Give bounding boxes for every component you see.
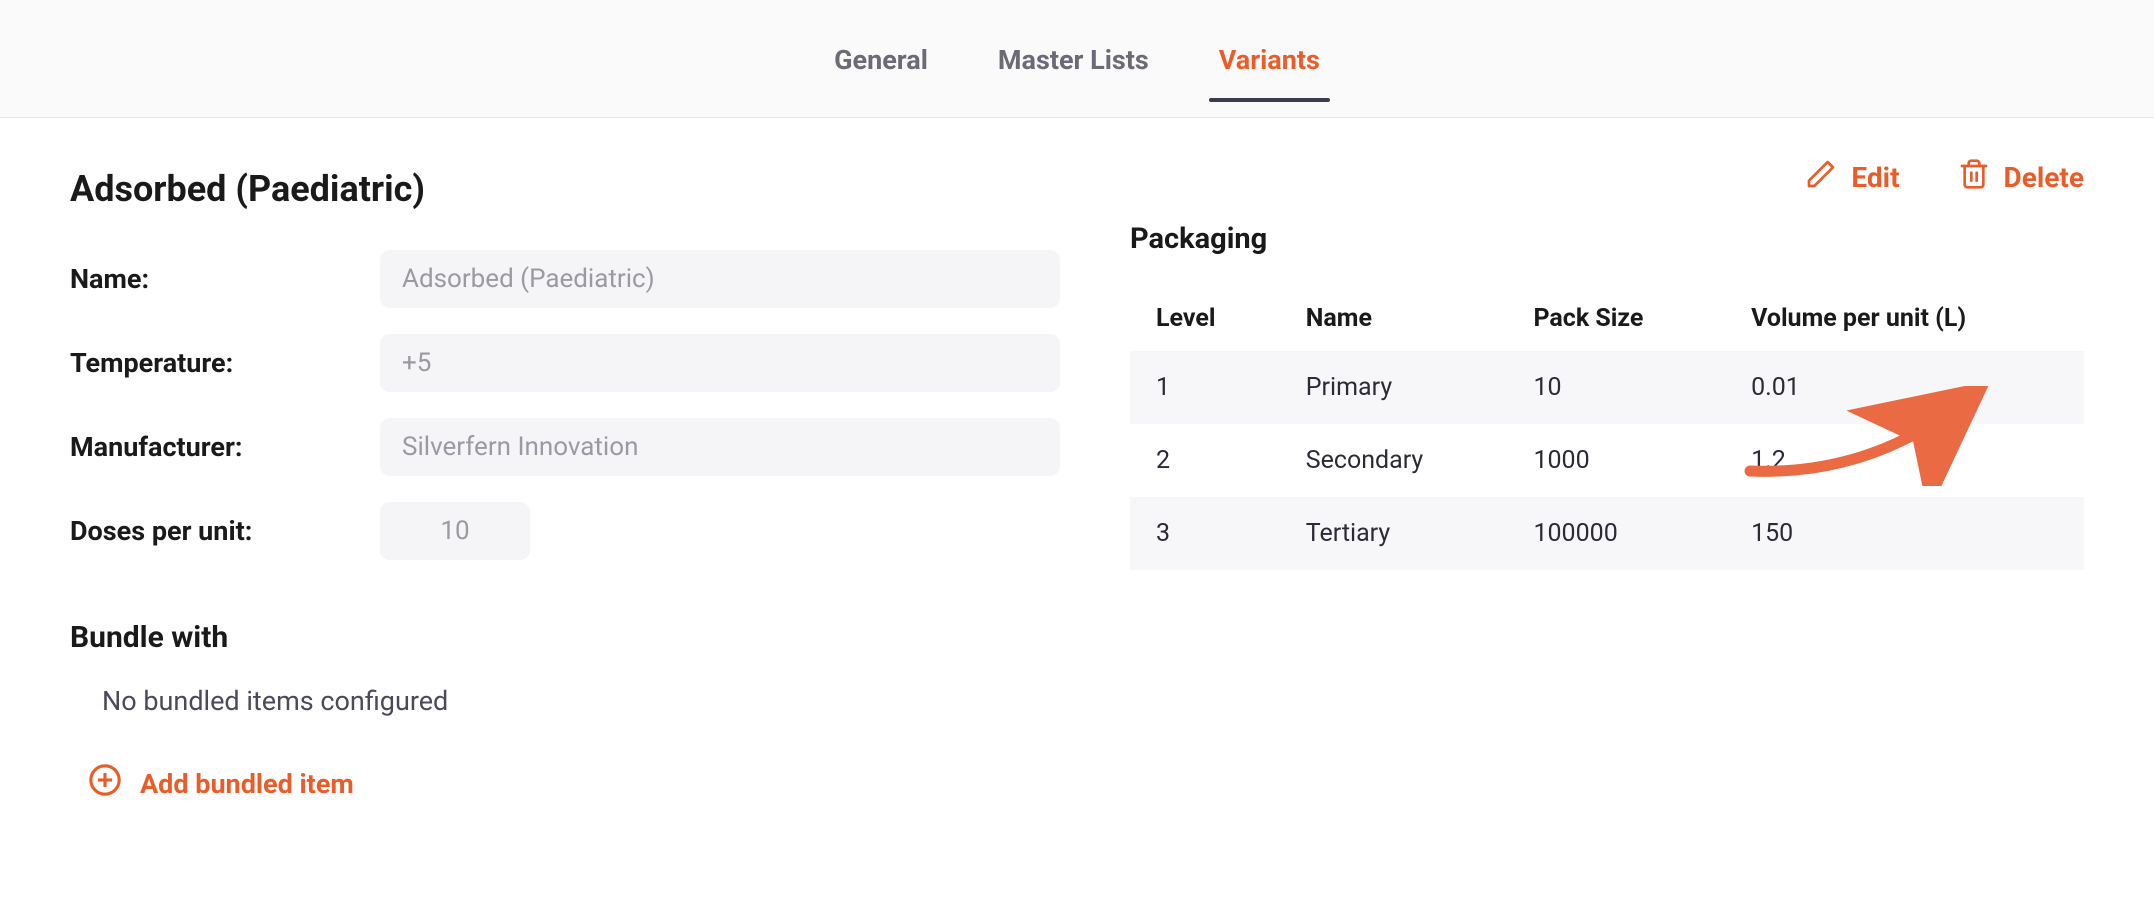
left-column: Adsorbed (Paediatric) Name: Temperature:… (70, 168, 1090, 804)
label-doses: Doses per unit: (70, 515, 380, 547)
pencil-icon (1805, 158, 1837, 197)
trash-icon (1958, 158, 1990, 197)
col-pack-size: Pack Size (1507, 286, 1725, 351)
actions: Edit Delete (1805, 158, 2084, 197)
input-manufacturer[interactable] (380, 418, 1060, 476)
cell-pack-size: 100000 (1507, 497, 1725, 570)
tab-variants[interactable]: Variants (1219, 44, 1320, 102)
edit-button[interactable]: Edit (1805, 158, 1899, 197)
row-temperature: Temperature: (70, 334, 1090, 392)
packaging-table: Level Name Pack Size Volume per unit (L)… (1130, 286, 2084, 570)
label-name: Name: (70, 263, 380, 295)
page-title: Adsorbed (Paediatric) (70, 168, 1090, 210)
content: Adsorbed (Paediatric) Name: Temperature:… (0, 118, 2154, 844)
label-temperature: Temperature: (70, 347, 380, 379)
cell-level: 3 (1130, 497, 1280, 570)
table-header-row: Level Name Pack Size Volume per unit (L) (1130, 286, 2084, 351)
edit-label: Edit (1851, 161, 1899, 194)
plus-circle-icon (88, 763, 122, 804)
table-row[interactable]: 1 Primary 10 0.01 (1130, 351, 2084, 424)
cell-name: Tertiary (1280, 497, 1508, 570)
cell-volume: 0.01 (1725, 351, 2084, 424)
cell-volume: 1.2 (1725, 424, 2084, 497)
input-name[interactable] (380, 250, 1060, 308)
col-volume: Volume per unit (L) (1725, 286, 2084, 351)
tabs-header: General Master Lists Variants (0, 0, 2154, 118)
right-column: Edit Delete Packaging Le (1130, 168, 2084, 804)
packaging-heading: Packaging (1130, 222, 2084, 256)
tab-general[interactable]: General (834, 44, 928, 102)
bundle-empty-text: No bundled items configured (102, 685, 1090, 717)
delete-label: Delete (2004, 161, 2084, 194)
cell-name: Primary (1280, 351, 1508, 424)
delete-button[interactable]: Delete (1958, 158, 2084, 197)
cell-pack-size: 1000 (1507, 424, 1725, 497)
cell-level: 2 (1130, 424, 1280, 497)
row-doses: Doses per unit: (70, 502, 1090, 560)
row-manufacturer: Manufacturer: (70, 418, 1090, 476)
cell-volume: 150 (1725, 497, 2084, 570)
input-doses[interactable] (380, 502, 530, 560)
table-row[interactable]: 2 Secondary 1000 1.2 (1130, 424, 2084, 497)
table-row[interactable]: 3 Tertiary 100000 150 (1130, 497, 2084, 570)
cell-level: 1 (1130, 351, 1280, 424)
col-name: Name (1280, 286, 1508, 351)
bundle-heading: Bundle with (70, 620, 1090, 655)
cell-name: Secondary (1280, 424, 1508, 497)
tab-master-lists[interactable]: Master Lists (998, 44, 1149, 102)
add-bundled-item-label: Add bundled item (140, 768, 354, 800)
input-temperature[interactable] (380, 334, 1060, 392)
tabs: General Master Lists Variants (0, 44, 2154, 116)
label-manufacturer: Manufacturer: (70, 431, 380, 463)
add-bundled-item-button[interactable]: Add bundled item (88, 763, 354, 804)
col-level: Level (1130, 286, 1280, 351)
cell-pack-size: 10 (1507, 351, 1725, 424)
row-name: Name: (70, 250, 1090, 308)
